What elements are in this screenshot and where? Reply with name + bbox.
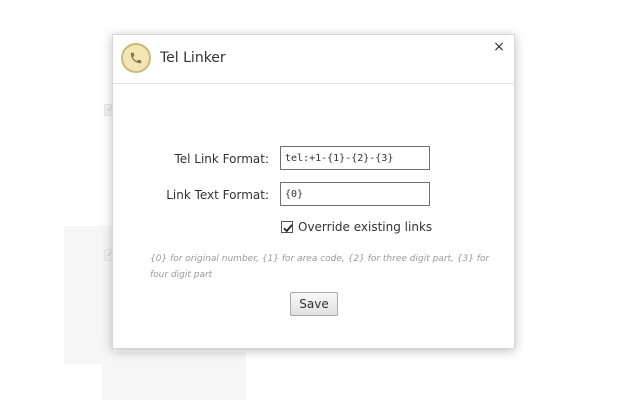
dialog-header: Tel Linker × [113,35,514,84]
background-panel [102,352,246,400]
format-hint-text: {0} for original number, {1} for area co… [150,254,490,280]
background-panel [64,226,114,364]
override-links-label[interactable]: Override existing links [298,220,432,234]
override-links-checkbox[interactable] [281,221,293,233]
save-button[interactable]: Save [290,292,338,316]
link-text-format-input[interactable] [280,182,430,206]
link-text-format-label: Link Text Format: [166,188,269,202]
checkmark-icon [283,224,293,233]
dialog-title: Tel Linker [160,50,226,66]
tel-link-format-label: Tel Link Format: [174,152,269,166]
tel-linker-dialog: Tel Linker × Tel Link Format: Link Text … [112,34,515,349]
phone-icon [121,43,151,73]
tel-link-format-input[interactable] [280,146,430,170]
close-icon[interactable]: × [492,40,506,54]
